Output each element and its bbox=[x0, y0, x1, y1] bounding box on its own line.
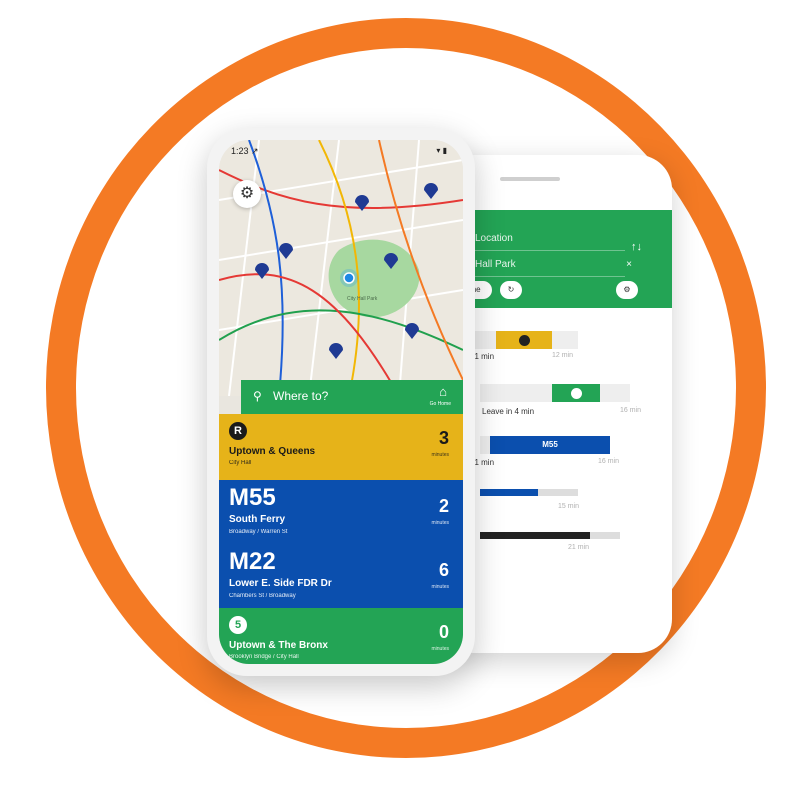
settings-button[interactable]: ⚙ bbox=[233, 180, 261, 208]
direction-text: South Ferry bbox=[229, 514, 286, 525]
arrival-row[interactable]: 5 Uptown & The Bronx Brooklyn Bridge / C… bbox=[219, 608, 463, 664]
park-label: City Hall Park bbox=[347, 296, 378, 302]
home-icon[interactable]: ⌂ bbox=[439, 384, 447, 399]
direction-text: Lower E. Side FDR Dr bbox=[229, 578, 332, 589]
timeline-fill bbox=[480, 489, 538, 496]
minutes-value: 2 bbox=[438, 496, 449, 516]
duration-text: 12 min bbox=[552, 352, 574, 359]
arrival-row[interactable]: M55 South Ferry Broadway / Warren St 2 m… bbox=[219, 480, 463, 544]
route-label: M55 bbox=[229, 484, 276, 511]
direction-text: Uptown & Queens bbox=[229, 446, 316, 457]
minutes-value: 6 bbox=[438, 560, 449, 580]
front-phone: City Hall Park 1:23 ↗ ▾ ▮ ⚙ ⚲ Where to? … bbox=[207, 128, 475, 676]
minutes-label: minutes bbox=[431, 520, 449, 526]
minutes-label: minutes bbox=[431, 646, 449, 652]
refresh-chip[interactable]: ↻ bbox=[500, 281, 522, 299]
search-input[interactable]: Where to? bbox=[273, 389, 328, 403]
duration-text: 16 min bbox=[620, 407, 642, 414]
route-badge bbox=[519, 335, 530, 346]
arrival-row[interactable]: R Uptown & Queens City Hall 3 minutes bbox=[219, 414, 463, 480]
route-label: M22 bbox=[229, 548, 276, 575]
subway-map[interactable]: City Hall Park bbox=[219, 140, 463, 396]
stop-text: Brooklyn Bridge / City Hall bbox=[229, 654, 299, 660]
duration-text: 16 min bbox=[598, 458, 620, 465]
origin-field[interactable]: Location bbox=[475, 228, 625, 251]
minutes-label: minutes bbox=[431, 584, 449, 590]
minutes-value: 3 bbox=[438, 428, 449, 448]
arrival-row[interactable]: M22 Lower E. Side FDR Dr Chambers St / B… bbox=[219, 544, 463, 608]
minutes-label: minutes bbox=[431, 452, 449, 458]
phone-screen: City Hall Park 1:23 ↗ ▾ ▮ ⚙ ⚲ Where to? … bbox=[219, 140, 463, 664]
gear-icon[interactable]: ⚙ bbox=[616, 281, 638, 299]
duration-text: 21 min bbox=[568, 544, 590, 551]
leave-text: Leave in 4 min bbox=[482, 407, 535, 416]
route-badge: R bbox=[229, 422, 247, 440]
search-bar[interactable]: ⚲ Where to? ⌂ Go Home bbox=[241, 380, 463, 414]
swap-icon[interactable]: ↑↓ bbox=[631, 241, 642, 253]
home-label: Go Home bbox=[429, 401, 451, 407]
destination-field[interactable]: Hall Park bbox=[475, 254, 625, 277]
stop-text: Chambers St / Broadway bbox=[229, 593, 296, 599]
status-time: 1:23 ↗ bbox=[231, 146, 259, 156]
route-badge bbox=[571, 388, 582, 399]
route-segment: M55 bbox=[490, 436, 610, 454]
search-icon: ⚲ bbox=[253, 389, 262, 403]
gear-icon: ⚙ bbox=[239, 185, 255, 202]
timeline-fill bbox=[480, 532, 590, 539]
route-badge: 5 bbox=[229, 616, 247, 634]
direction-text: Uptown & The Bronx bbox=[229, 640, 328, 651]
minutes-value: 0 bbox=[438, 622, 449, 642]
speaker-slot bbox=[500, 177, 560, 181]
stop-text: Broadway / Warren St bbox=[229, 529, 288, 535]
stop-text: City Hall bbox=[229, 460, 252, 466]
close-icon[interactable]: × bbox=[626, 259, 632, 270]
duration-text: 15 min bbox=[558, 503, 580, 510]
status-icons: ▾ ▮ bbox=[436, 146, 447, 155]
